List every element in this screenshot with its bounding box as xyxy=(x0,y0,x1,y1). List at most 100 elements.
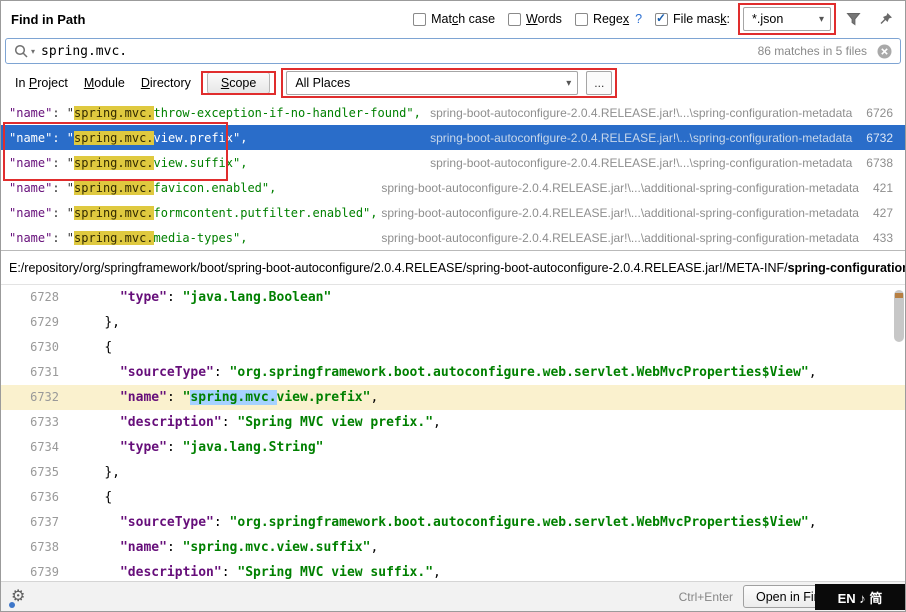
regex-label: Regex xyxy=(593,12,629,26)
line-number: 6735 xyxy=(1,460,73,485)
editor-code: "type": "java.lang.String" xyxy=(73,435,323,460)
dialog-title: Find in Path xyxy=(11,12,85,27)
match-case-checkbox[interactable]: Match case xyxy=(413,12,495,26)
result-code: "name": "spring.mvc.media-types", xyxy=(9,231,247,245)
search-options: Match case Words Regex ? File mask: *.js… xyxy=(413,7,895,31)
editor-line[interactable]: 6732 "name": "spring.mvc.view.prefix", xyxy=(1,385,905,410)
editor-line[interactable]: 6737 "sourceType": "org.springframework.… xyxy=(1,510,905,535)
result-row[interactable]: "name": "spring.mvc.view.prefix", spring-… xyxy=(1,125,905,150)
editor-code: "description": "Spring MVC view suffix."… xyxy=(73,560,441,581)
pin-icon xyxy=(879,12,893,26)
editor-code: }, xyxy=(73,310,120,335)
result-code: "name": "spring.mvc.formcontent.putfilte… xyxy=(9,206,378,220)
editor-code: "type": "java.lang.Boolean" xyxy=(73,285,331,310)
line-number: 6739 xyxy=(1,560,73,581)
editor-line[interactable]: 6731 "sourceType": "org.springframework.… xyxy=(1,360,905,385)
scope-tab-scope[interactable]: Scope xyxy=(207,72,270,94)
search-icon xyxy=(14,44,28,58)
editor-line[interactable]: 6739 "description": "Spring MVC view suf… xyxy=(1,560,905,581)
file-mask-checkbox-box[interactable] xyxy=(655,13,668,26)
result-location: spring-boot-autoconfigure-2.0.4.RELEASE.… xyxy=(430,131,893,145)
scope-tab-module[interactable]: Module xyxy=(84,76,125,90)
result-location: spring-boot-autoconfigure-2.0.4.RELEASE.… xyxy=(430,156,893,170)
settings-gear-button[interactable]: ⚙ xyxy=(11,588,31,608)
search-field[interactable]: ▾ spring.mvc. 86 matches in 5 files xyxy=(5,38,901,64)
line-number: 6737 xyxy=(1,510,73,535)
line-number: 6729 xyxy=(1,310,73,335)
editor-code: "name": "spring.mvc.view.prefix", xyxy=(73,385,378,410)
scope-tab-in-project[interactable]: In Project xyxy=(15,76,68,90)
editor-line[interactable]: 6734 "type": "java.lang.String" xyxy=(1,435,905,460)
chevron-down-icon: ▾ xyxy=(819,14,824,25)
result-location: spring-boot-autoconfigure-2.0.4.RELEASE.… xyxy=(381,231,893,245)
preview-file-path: E:/repository/org/springframework/boot/s… xyxy=(1,251,905,285)
filter-button[interactable] xyxy=(844,10,864,29)
editor-code: "sourceType": "org.springframework.boot.… xyxy=(73,510,817,535)
editor-code: { xyxy=(73,335,112,360)
editor-code: "name": "spring.mvc.view.suffix", xyxy=(73,535,378,560)
result-row[interactable]: "name": "spring.mvc.media-types", spring-… xyxy=(1,225,905,250)
pin-button[interactable] xyxy=(877,10,895,28)
search-input[interactable]: spring.mvc. xyxy=(41,44,752,59)
result-row[interactable]: "name": "spring.mvc.formcontent.putfilte… xyxy=(1,200,905,225)
editor-code: "sourceType": "org.springframework.boot.… xyxy=(73,360,817,385)
editor-code: }, xyxy=(73,460,120,485)
preview-path-bold: spring-configuration-metadata xyxy=(788,261,905,275)
regex-checkbox[interactable]: Regex xyxy=(575,12,629,26)
editor-line[interactable]: 6738 "name": "spring.mvc.view.suffix", xyxy=(1,535,905,560)
editor-line[interactable]: 6733 "description": "Spring MVC view pre… xyxy=(1,410,905,435)
results-list: "name": "spring.mvc.throw-exception-if-n… xyxy=(1,100,905,251)
line-number: 6733 xyxy=(1,410,73,435)
file-mask-combo[interactable]: *.json ▾ xyxy=(743,7,831,31)
file-mask-label: File mask: xyxy=(673,12,730,26)
file-mask-checkbox[interactable]: File mask: xyxy=(655,12,730,26)
dialog-footer: ⚙ Ctrl+Enter Open in Fin EN ♪ 简 xyxy=(1,581,905,611)
words-checkbox-box[interactable] xyxy=(508,13,521,26)
scrollbar-thumb[interactable] xyxy=(894,290,904,342)
line-number: 6731 xyxy=(1,360,73,385)
line-number: 6730 xyxy=(1,335,73,360)
result-location: spring-boot-autoconfigure-2.0.4.RELEASE.… xyxy=(381,206,893,220)
editor-line[interactable]: 6728 "type": "java.lang.Boolean" xyxy=(1,285,905,310)
more-scopes-button[interactable]: ... xyxy=(586,71,612,95)
regex-checkbox-box[interactable] xyxy=(575,13,588,26)
result-location: spring-boot-autoconfigure-2.0.4.RELEASE.… xyxy=(430,106,893,120)
preview-path-normal: E:/repository/org/springframework/boot/s… xyxy=(9,261,788,275)
scope-tab-directory[interactable]: Directory xyxy=(141,76,191,90)
line-number: 6734 xyxy=(1,435,73,460)
scope-combo-wrap: All Places ▾ ... xyxy=(286,71,612,95)
scope-tab-wrap: Scope xyxy=(207,74,270,92)
editor-line[interactable]: 6736 { xyxy=(1,485,905,510)
clear-search-icon[interactable] xyxy=(877,44,892,59)
result-code: "name": "spring.mvc.throw-exception-if-n… xyxy=(9,106,421,120)
file-mask-combo-wrap: *.json ▾ xyxy=(743,7,831,31)
editor-line[interactable]: 6730 { xyxy=(1,335,905,360)
result-location: spring-boot-autoconfigure-2.0.4.RELEASE.… xyxy=(381,181,893,195)
match-count: 86 matches in 5 files xyxy=(758,44,867,58)
result-code: "name": "spring.mvc.view.suffix", xyxy=(9,156,247,170)
result-code: "name": "spring.mvc.view.prefix", xyxy=(9,131,247,145)
editor-line[interactable]: 6735 }, xyxy=(1,460,905,485)
result-row[interactable]: "name": "spring.mvc.view.suffix", spring-… xyxy=(1,150,905,175)
code-preview[interactable]: 6728 "type": "java.lang.Boolean"6729 },6… xyxy=(1,285,905,581)
match-case-label: Match case xyxy=(431,12,495,26)
notification-dot xyxy=(9,602,15,608)
dialog-header: Find in Path Match case Words Regex ? Fi… xyxy=(1,1,905,37)
scope-combo[interactable]: All Places ▾ xyxy=(286,71,578,95)
editor-code: { xyxy=(73,485,112,510)
line-number: 6736 xyxy=(1,485,73,510)
file-mask-value: *.json xyxy=(752,12,783,26)
search-history-chevron-icon[interactable]: ▾ xyxy=(31,47,35,56)
match-case-checkbox-box[interactable] xyxy=(413,13,426,26)
words-label: Words xyxy=(526,12,562,26)
find-in-path-dialog: Find in Path Match case Words Regex ? Fi… xyxy=(0,0,906,612)
editor-line[interactable]: 6729 }, xyxy=(1,310,905,335)
line-number: 6728 xyxy=(1,285,73,310)
result-row[interactable]: "name": "spring.mvc.favicon.enabled", spr… xyxy=(1,175,905,200)
editor-code: "description": "Spring MVC view prefix."… xyxy=(73,410,441,435)
result-row[interactable]: "name": "spring.mvc.throw-exception-if-n… xyxy=(1,100,905,125)
regex-help-link[interactable]: ? xyxy=(635,12,642,26)
words-checkbox[interactable]: Words xyxy=(508,12,562,26)
result-code: "name": "spring.mvc.favicon.enabled", xyxy=(9,181,276,195)
line-number: 6738 xyxy=(1,535,73,560)
